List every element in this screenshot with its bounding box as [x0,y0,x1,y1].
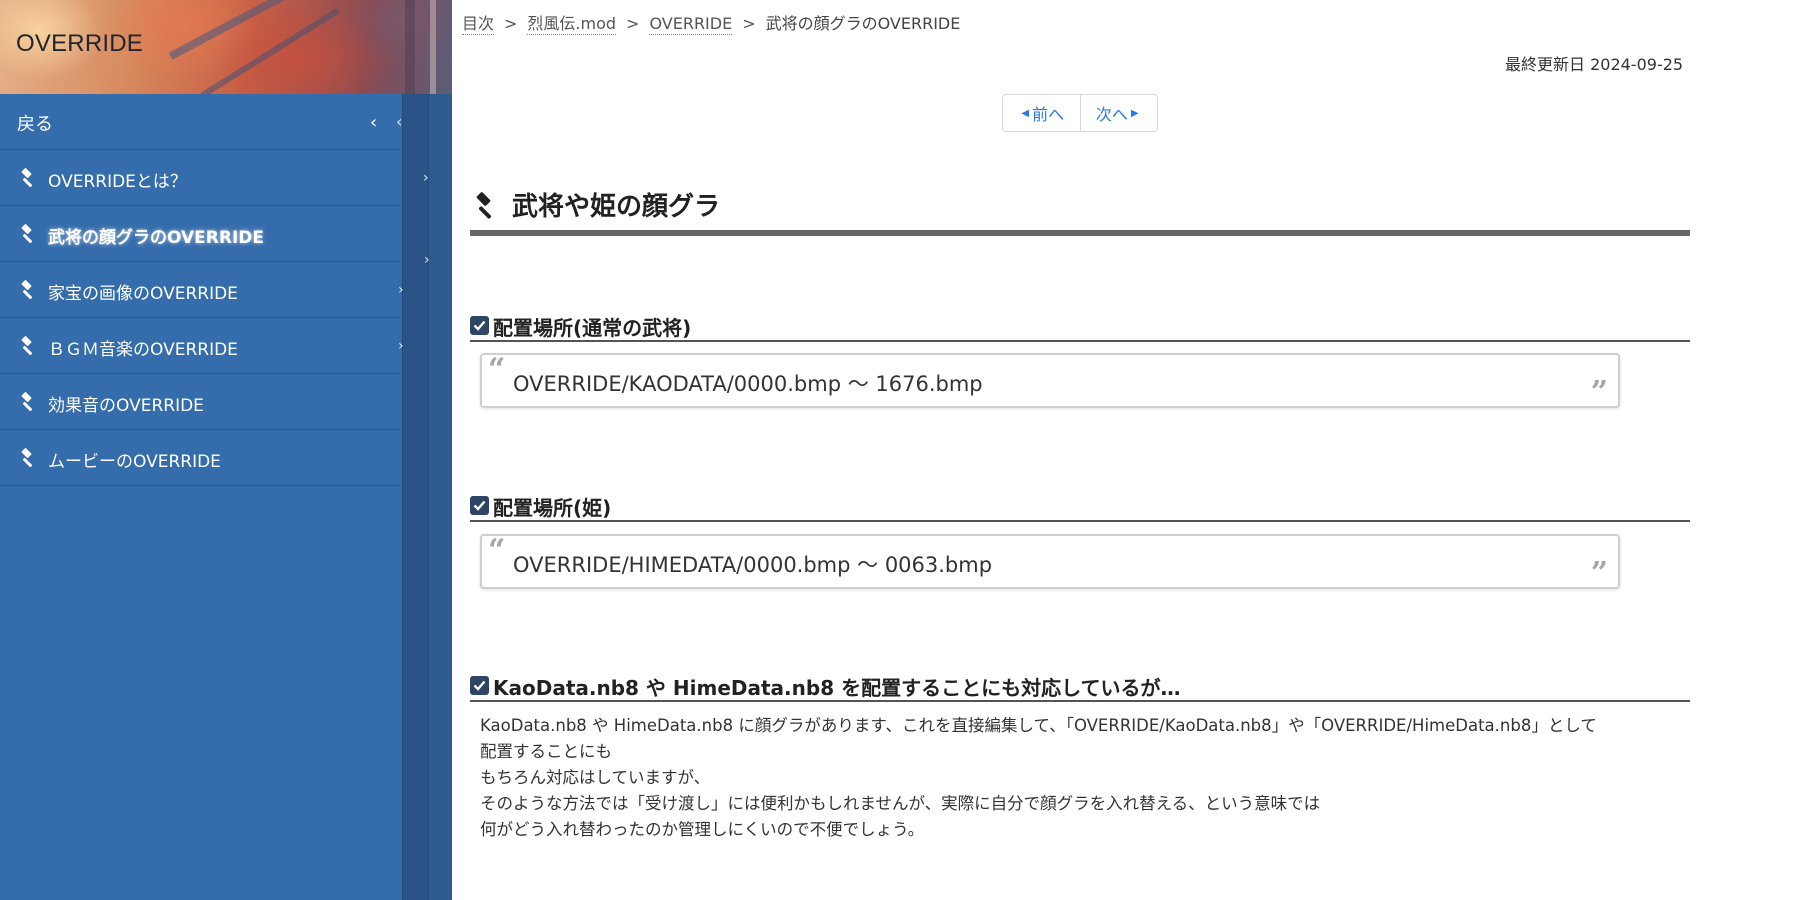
chevron-right-icon: › [398,282,404,298]
section-heading-text: 配置場所(通常の武将) [493,316,692,340]
sidebar-item-label: ムービーのOVERRIDE [48,452,221,472]
chevron-right-icon[interactable]: › [424,252,430,268]
breadcrumb-link-override[interactable]: OVERRIDE [649,14,733,35]
quote-open-icon: “ [488,533,506,568]
sidebar-item-treasure-override[interactable]: 家宝の画像のOVERRIDE › [0,262,404,318]
page-heading: 武将や姫の顔グラ [470,186,1690,236]
quote-open-icon: “ [488,352,506,387]
checkbox-checked-icon [470,316,489,335]
breadcrumb-link-mod[interactable]: 烈風伝.mod [527,14,617,35]
blockquote: “ OVERRIDE/KAODATA/0000.bmp 〜 1676.bmp ” [480,353,1620,408]
blockquote: “ OVERRIDE/HIMEDATA/0000.bmp 〜 0063.bmp … [480,534,1620,589]
caret-left-icon: ◀ [1021,107,1030,119]
prev-button[interactable]: ◀ 前へ [1003,95,1080,131]
section-paragraph: KaoData.nb8 や HimeData.nb8 に顔グラがあります、これを… [480,713,1690,843]
sidebar-item-label: 効果音のOVERRIDE [48,396,204,416]
paragraph-line: もちろん対応はしていますが、 [480,768,711,787]
section-heading: 配置場所(姫) [470,490,1690,522]
chevron-right-icon: › [398,338,404,354]
section-heading: KaoData.nb8 や HimeData.nb8 を配置することにも対応して… [470,670,1690,702]
sidebar-item-face-override[interactable]: 武将の顔グラのOVERRIDE [0,206,402,262]
pager: ◀ 前へ 次へ ▶ [1002,94,1158,132]
last-updated: 最終更新日 2024-09-25 [1505,55,1684,74]
sidebar-submenu-column [402,94,428,900]
chevron-right-icon: › [423,170,429,186]
section-heading: 配置場所(通常の武将) [470,310,1690,342]
paragraph-line: 配置することにも [480,742,612,761]
breadcrumb-separator: > [626,14,640,33]
sidebar-item-sound-override[interactable]: 効果音のOVERRIDE [0,374,402,430]
gavel-icon [21,168,33,188]
section-heading-text: KaoData.nb8 や HimeData.nb8 を配置することにも対応して… [493,676,1181,700]
gavel-icon [476,192,492,219]
quote-text: OVERRIDE/HIMEDATA/0000.bmp 〜 0063.bmp [513,553,993,577]
back-label: 戻る [17,114,53,135]
gavel-icon [21,280,33,300]
breadcrumb-separator: > [504,14,518,33]
paragraph-line: そのような方法では「受け渡し」には便利かもしれませんが、実際に自分で顔グラを入れ… [480,794,1321,813]
sidebar-submenu-column-2 [428,94,452,900]
sidebar-item-label: OVERRIDEとは？ [48,172,187,192]
breadcrumb-current: 武将の顔グラのOVERRIDE [765,14,961,33]
sidebar-item-label: 武将の顔グラのOVERRIDE [48,228,264,248]
chevron-left-icon: ‹ [370,112,378,133]
gavel-icon [21,392,33,412]
gavel-icon [21,224,33,244]
sidebar-item-bgm-override[interactable]: ＢＧＭ音楽のOVERRIDE › [0,318,404,374]
sidebar-item-movie-override[interactable]: ムービーのOVERRIDE [0,430,402,486]
quote-text: OVERRIDE/KAODATA/0000.bmp 〜 1676.bmp [513,372,983,396]
sidebar-item-label: 家宝の画像のOVERRIDE [48,284,238,304]
sidebar: OVERRIDE 戻る ‹ ‹ OVERRIDEとは？ › 武将の顔グラのOVE… [0,0,452,900]
next-button[interactable]: 次へ ▶ [1079,95,1158,131]
checkbox-checked-icon [470,496,489,515]
paragraph-line: 何がどう入れ替わったのか管理しにくいので不便でしょう。 [480,820,925,839]
breadcrumb-link-toc[interactable]: 目次 [462,14,495,35]
quote-close-icon: ” [1590,375,1608,410]
section-heading-text: 配置場所(姫) [493,496,612,520]
gavel-icon [21,448,33,468]
gavel-icon [21,336,33,356]
paragraph-line: KaoData.nb8 や HimeData.nb8 に顔グラがあります、これを… [480,716,1597,735]
breadcrumb: 目次 > 烈風伝.mod > OVERRIDE > 武将の顔グラのOVERRIDE [462,10,961,35]
caret-right-icon: ▶ [1130,107,1139,119]
chevron-left-icon[interactable]: ‹ [396,112,402,131]
site-title[interactable]: OVERRIDE [16,30,143,58]
next-label: 次へ [1095,105,1128,124]
prev-label: 前へ [1032,105,1065,124]
quote-close-icon: ” [1590,556,1608,591]
sidebar-back-button[interactable]: 戻る ‹ [0,94,402,150]
sidebar-item-override-about[interactable]: OVERRIDEとは？ › [0,150,429,206]
breadcrumb-separator: > [742,14,756,33]
page-heading-text: 武将や姫の顔グラ [512,192,721,222]
sidebar-item-label: ＢＧＭ音楽のOVERRIDE [48,340,238,360]
checkbox-checked-icon [470,676,489,695]
sidebar-header[interactable]: OVERRIDE [0,0,452,94]
